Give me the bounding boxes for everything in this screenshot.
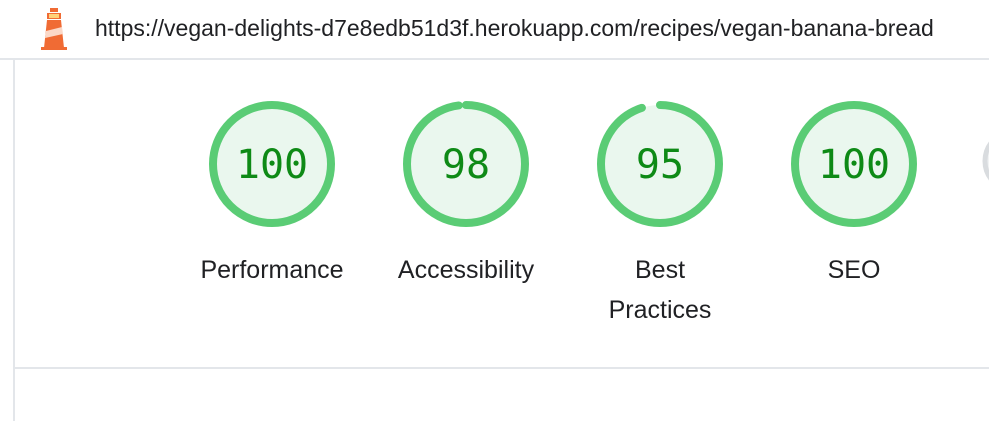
gauge-score: 100 (818, 142, 890, 188)
lighthouse-icon (37, 6, 71, 50)
gauge-label: Performance (200, 256, 344, 284)
gauge-label: Best Practices (608, 256, 712, 324)
gauge-seo[interactable]: 100 SEO (764, 98, 944, 290)
performance-gauge-ring: 100 (209, 101, 335, 227)
gauge-label: Accessibility (397, 256, 535, 284)
gauge-best-practices[interactable]: 95 Best Practices (570, 98, 750, 330)
accessibility-gauge-ring: 98 (403, 101, 529, 227)
gauge-score: 95 (636, 142, 684, 188)
gauge-score: 98 (442, 142, 490, 188)
lighthouse-report: https://vegan-delights-d7e8edb51d3f.hero… (0, 0, 989, 421)
gauge-score: 100 (236, 142, 308, 188)
report-url-link[interactable]: https://vegan-delights-d7e8edb51d3f.hero… (95, 14, 934, 42)
gauge-pwa-partial[interactable] (980, 126, 989, 196)
report-topbar: https://vegan-delights-d7e8edb51d3f.hero… (0, 0, 989, 60)
best-practices-gauge-ring: 95 (597, 101, 723, 227)
gauge-accessibility[interactable]: 98 Accessibility (376, 98, 556, 290)
gauge-label: SEO (827, 256, 881, 284)
seo-gauge-ring: 100 (791, 101, 917, 227)
gauge-performance[interactable]: 100 Performance (182, 98, 362, 290)
section-divider (15, 367, 989, 369)
